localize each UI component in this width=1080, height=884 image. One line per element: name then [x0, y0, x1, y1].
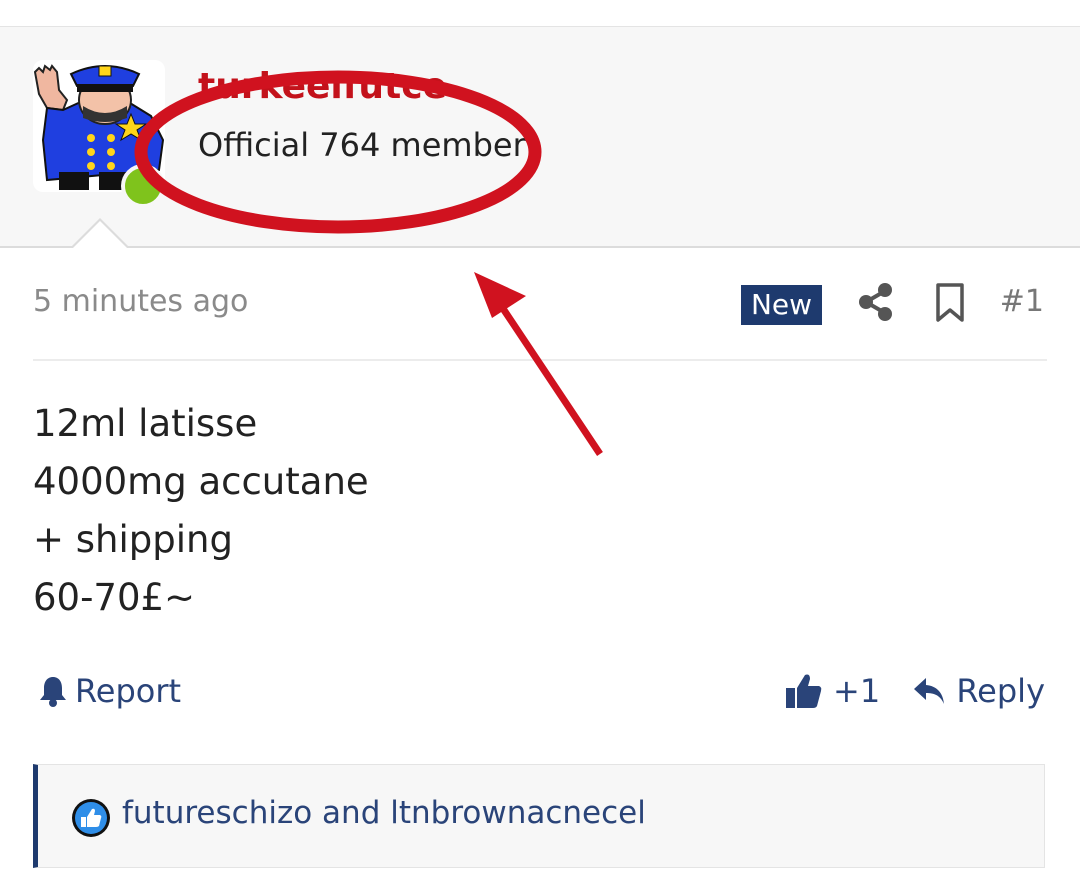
like-count: +1 [833, 672, 881, 710]
thumbs-up-icon [785, 672, 823, 710]
reply-label: Reply [956, 672, 1045, 710]
reactions-bar[interactable]: futureschizo and ltnbrownacnecel [33, 764, 1045, 868]
new-badge: New [741, 285, 822, 325]
post-body-line: 12ml latisse [33, 402, 258, 445]
post-timestamp[interactable]: 5 minutes ago [33, 284, 248, 319]
report-button[interactable]: Report [39, 672, 181, 710]
post-body-line: 60-70£~ [33, 576, 196, 619]
post-actions: Report +1 Reply [33, 672, 1047, 722]
like-button[interactable]: +1 [785, 672, 880, 710]
reactions-users[interactable]: futureschizo and ltnbrownacnecel [122, 795, 646, 831]
author-user-title: Official 764 member [198, 126, 526, 164]
header-pointer-fill [72, 221, 128, 249]
post-number-link[interactable]: #1 [1000, 284, 1044, 319]
online-status-dot [121, 164, 165, 208]
like-reaction-icon [71, 798, 111, 838]
report-label: Report [75, 672, 182, 710]
share-icon[interactable] [858, 282, 894, 322]
post-meta-row: 5 minutes ago New #1 [33, 280, 1047, 330]
top-strip [0, 0, 1080, 27]
reply-button[interactable]: Reply [912, 672, 1045, 710]
post-body-line: + shipping [33, 518, 233, 561]
meta-divider [33, 359, 1047, 361]
post-body: 12ml latisse 4000mg accutane + shipping … [33, 395, 369, 627]
reply-arrow-icon [912, 676, 946, 706]
bell-icon [39, 675, 67, 707]
author-username[interactable]: turkeelfutcel [198, 66, 448, 107]
post-body-line: 4000mg accutane [33, 460, 369, 503]
bookmark-icon[interactable] [933, 282, 967, 324]
